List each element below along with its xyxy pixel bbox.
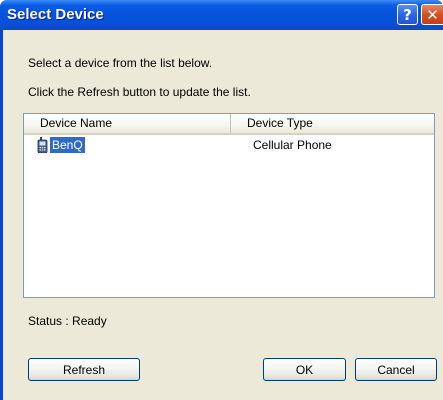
refresh-button[interactable]: Refresh [28,358,140,381]
column-header-device-type[interactable]: Device Type [231,114,443,133]
instruction-select: Select a device from the list below. [28,56,213,70]
device-type-cell: Cellular Phone [253,138,332,152]
device-list-header: Device Name Device Type [24,114,434,135]
dialog-body: Select a device from the list below. Cli… [3,30,443,400]
device-list[interactable]: Device Name Device Type BenQ Cellular Ph… [23,113,435,298]
ok-button[interactable]: OK [263,358,346,381]
close-icon: ✕ [426,5,439,24]
dialog-title: Select Device [7,6,104,23]
cellphone-icon [37,137,48,153]
status-text: Status : Ready [28,314,107,328]
close-button[interactable]: ✕ [421,4,443,25]
title-bar[interactable]: Select Device ? ✕ [0,0,443,30]
device-name-cell: BenQ [50,137,85,153]
select-device-dialog: Select Device ? ✕ Select a device from t… [0,0,443,400]
help-button[interactable]: ? [397,4,418,25]
help-icon: ? [403,5,412,24]
device-row[interactable]: BenQ Cellular Phone [24,136,434,154]
instruction-refresh: Click the Refresh button to update the l… [28,85,251,99]
cancel-button[interactable]: Cancel [355,358,437,381]
column-header-device-name[interactable]: Device Name [24,114,231,133]
